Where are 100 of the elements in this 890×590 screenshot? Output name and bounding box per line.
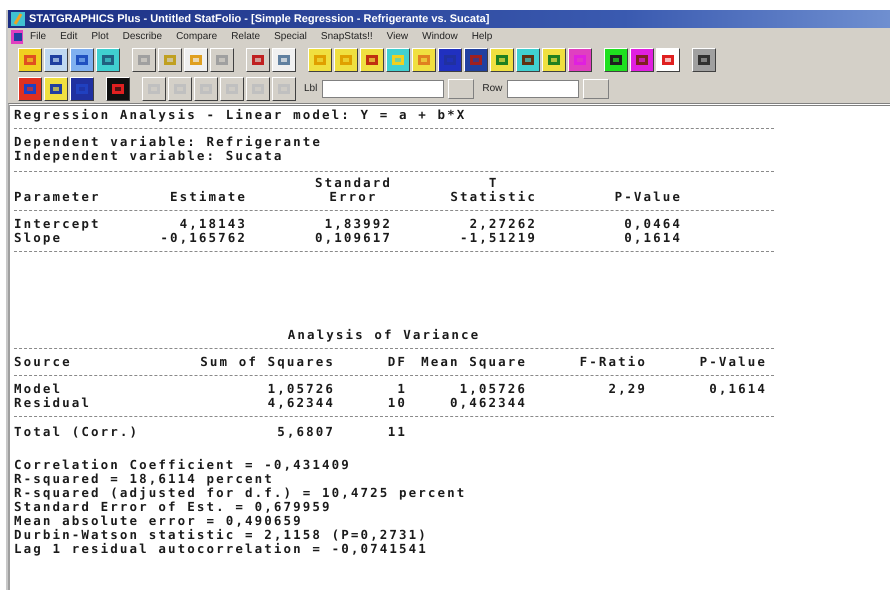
- toolbar-button[interactable]: [18, 76, 42, 100]
- toolbar-button[interactable]: [604, 48, 628, 72]
- column-header: DF: [386, 355, 407, 369]
- menu-item[interactable]: Describe: [116, 31, 170, 42]
- row-field-label: Row: [482, 83, 502, 94]
- go-button[interactable]: [448, 78, 474, 98]
- table-cell-text: 0,1614: [623, 231, 682, 245]
- report-title: Regression Analysis - Linear model: Y = a + b*X: [14, 108, 468, 122]
- toolbar-button[interactable]: [184, 48, 208, 72]
- table-cell-text: Model: [14, 382, 64, 396]
- toolbar-button[interactable]: [334, 48, 358, 72]
- statistic-line: Lag 1 residual autocorrelation = -0,0741541: [14, 542, 429, 556]
- toolbar-button[interactable]: [44, 76, 68, 100]
- column-header: Estimate: [170, 190, 247, 204]
- table-cell-text: -0,165762: [159, 231, 247, 245]
- toolbar-button[interactable]: [246, 48, 270, 72]
- toolbar-button[interactable]: [70, 76, 94, 100]
- toolbar-button[interactable]: [516, 48, 540, 72]
- menu-item[interactable]: Window: [415, 31, 465, 42]
- toolbar-button[interactable]: [464, 48, 488, 72]
- toolbar-button[interactable]: [630, 48, 654, 72]
- table-cell-text: Total (Corr.): [14, 425, 140, 439]
- table-cell-text: 1,05726: [266, 382, 335, 396]
- section-title: Analysis of Variance: [286, 328, 482, 342]
- table-cell-text: 5,6807: [276, 425, 335, 439]
- column-header: T Statistic: [450, 176, 537, 204]
- label-field[interactable]: [322, 80, 444, 98]
- column-header: Source: [14, 355, 73, 369]
- table-cell-text: 2,27262: [468, 217, 537, 231]
- column-header: P-Value: [614, 190, 682, 204]
- column-header: F-Ratio: [578, 355, 647, 369]
- toolbar-button[interactable]: [18, 48, 42, 72]
- column-header: Sum of Squares: [199, 355, 335, 369]
- toolbar-button[interactable]: [210, 48, 234, 72]
- menu-item[interactable]: Edit: [53, 31, 84, 42]
- menu-item[interactable]: SnapStats!!: [314, 31, 380, 42]
- table-cell-text: 0,109617: [314, 231, 392, 245]
- toolbar-button[interactable]: [246, 76, 270, 100]
- window-title: STATGRAPHICS Plus - Untitled StatFolio - [Simple Regression - Refrigerante vs. Sucata]: [29, 13, 490, 25]
- statistic-line: Mean absolute error = 0,490659: [14, 514, 304, 528]
- menu-item[interactable]: Relate: [224, 31, 268, 42]
- toolbar-button[interactable]: [272, 76, 296, 100]
- toolbar-button[interactable]: [106, 76, 130, 100]
- statistic-line: R-squared = 18,6114 percent: [14, 472, 275, 486]
- column-header: Parameter: [14, 190, 101, 204]
- app-icon: [11, 12, 25, 26]
- toolbar-button[interactable]: [194, 76, 218, 100]
- menu-item[interactable]: Special: [267, 31, 314, 42]
- menu-item[interactable]: View: [380, 31, 416, 42]
- table-cell-text: 10: [386, 396, 407, 410]
- toolbar-button[interactable]: [44, 48, 68, 72]
- toolbar-button[interactable]: [272, 48, 296, 72]
- menu-item[interactable]: File: [23, 31, 54, 42]
- toolbar-button[interactable]: [168, 76, 192, 100]
- table-cell-text: Residual: [14, 396, 92, 410]
- toolbar-button[interactable]: [386, 48, 410, 72]
- table-cell-text: 1: [396, 382, 407, 396]
- toolbar-button[interactable]: [542, 48, 566, 72]
- toolbar-button[interactable]: [132, 48, 156, 72]
- toolbar-button[interactable]: [70, 48, 94, 72]
- table-cell-text: 1,05726: [458, 382, 527, 396]
- column-header: P-Value: [698, 355, 767, 369]
- table-cell-text: Slope: [14, 231, 62, 245]
- report-text: Dependent variable: Refrigerante: [14, 135, 324, 149]
- table-cell-text: 11: [386, 425, 407, 439]
- toolbar-button[interactable]: [692, 48, 716, 72]
- table-cell-text: 0,1614: [708, 382, 767, 396]
- go-button[interactable]: [583, 78, 610, 98]
- toolbar-button[interactable]: [490, 48, 514, 72]
- statistic-line: R-squared (adjusted for d.f.) = 10,4725 percent: [14, 486, 468, 500]
- table-cell-text: 4,18143: [178, 217, 247, 231]
- column-header: Mean Square: [420, 355, 527, 369]
- statistic-line: Standard Error of Est. = 0,679959: [14, 500, 333, 514]
- toolbar-button[interactable]: [220, 76, 244, 100]
- toolbar-button[interactable]: [438, 48, 462, 72]
- table-cell: Intercept: [14, 217, 102, 231]
- document-icon: [11, 30, 23, 44]
- statistic-line: Correlation Coefficient = -0,431409: [14, 458, 352, 472]
- statistic-line: Durbin-Watson statistic = 2,1158 (P=0,2731): [14, 528, 429, 542]
- table-cell-text: 0,462344: [448, 396, 527, 410]
- menu-item[interactable]: Help: [464, 31, 500, 42]
- toolbar-button[interactable]: [142, 76, 166, 100]
- column-header: Standard Error: [314, 176, 392, 204]
- toolbar-button[interactable]: [412, 48, 436, 72]
- toolbar-button[interactable]: [360, 48, 384, 72]
- label-field-label: Lbl: [304, 83, 318, 94]
- toolbar-button[interactable]: [656, 48, 680, 72]
- toolbar-button[interactable]: [308, 48, 332, 72]
- table-cell-text: 4,62344: [266, 396, 335, 410]
- toolbar-button[interactable]: [568, 48, 592, 72]
- row-field[interactable]: [507, 80, 580, 98]
- menu-item[interactable]: Plot: [84, 31, 116, 42]
- report-text: Independent variable: Sucata: [14, 149, 284, 163]
- table-cell-text: 1,83992: [324, 217, 392, 231]
- toolbar-button[interactable]: [96, 48, 120, 72]
- menu-item[interactable]: Compare: [169, 31, 224, 42]
- table-cell-text: -1,51219: [458, 231, 537, 245]
- toolbar-button[interactable]: [158, 48, 182, 72]
- table-cell-text: 0,0464: [623, 217, 682, 231]
- table-cell-text: 2,29: [607, 382, 647, 396]
